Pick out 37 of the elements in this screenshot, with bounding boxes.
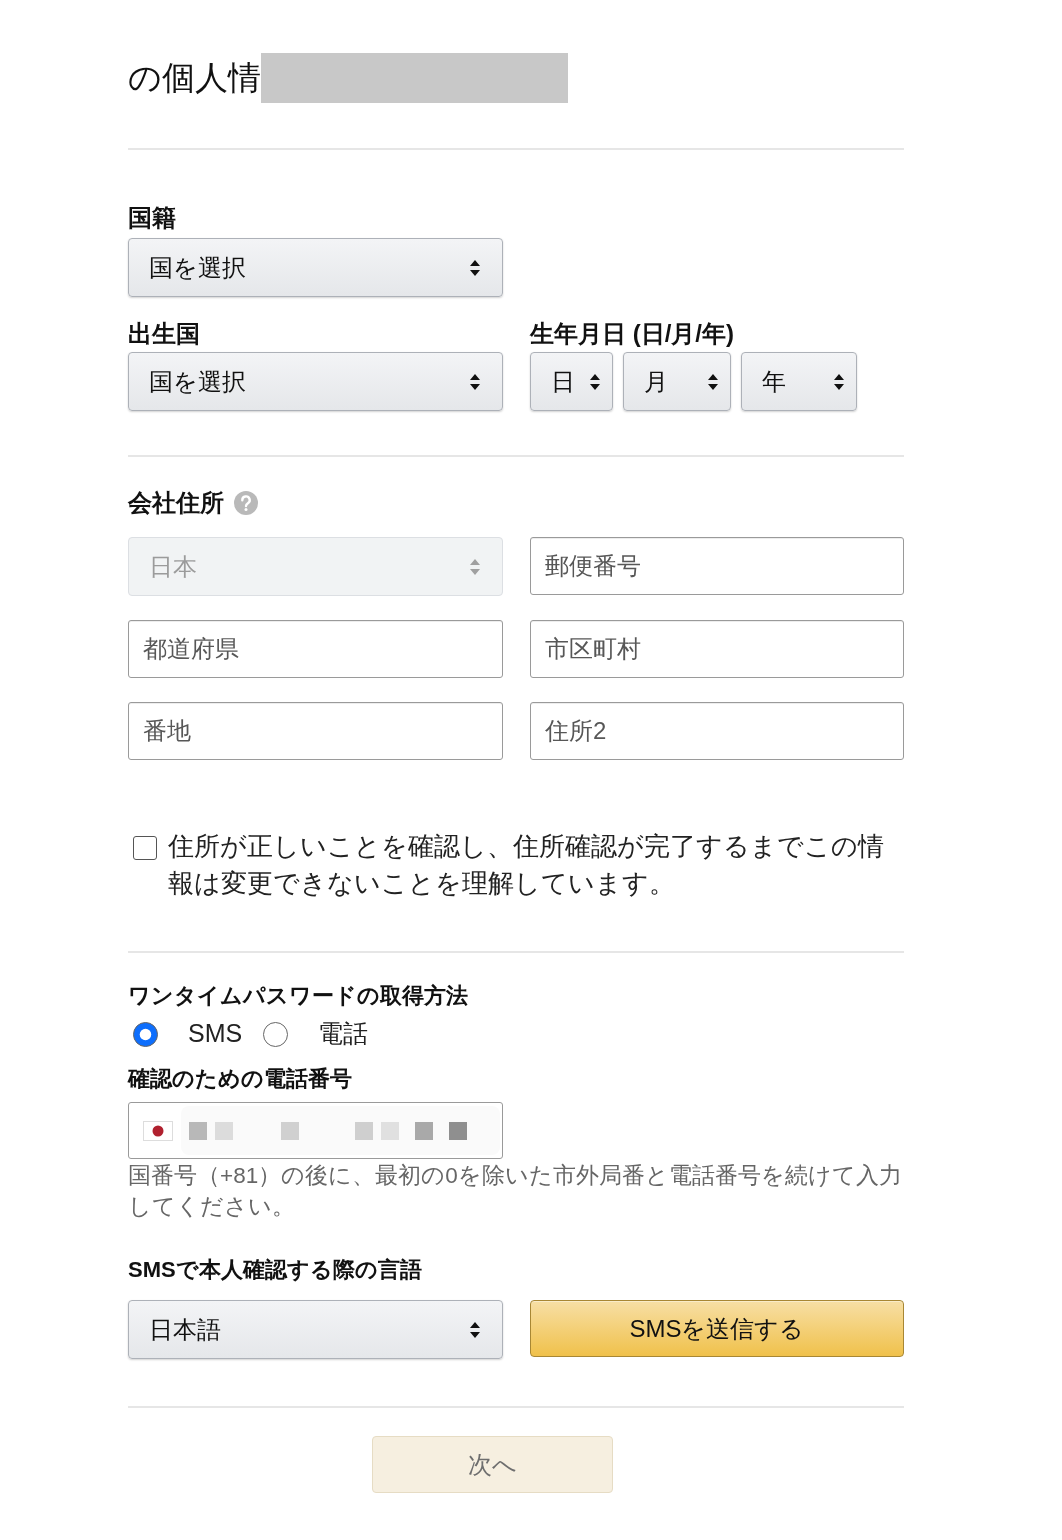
checkbox[interactable]	[133, 836, 157, 860]
page-title: の個人情	[128, 59, 261, 97]
country-select[interactable]: 国を選択	[128, 352, 503, 411]
send-sms-button[interactable]: SMSを送信する	[530, 1300, 904, 1357]
sort-caret-icon	[470, 373, 480, 390]
field-label: 出生国	[128, 319, 200, 348]
flag-icon	[143, 1120, 173, 1141]
year-select[interactable]: 年	[741, 352, 857, 411]
help-text: 国番号（+81）の後に、最初の0を除いた市外局番と電話番号を続けて入力してください。	[128, 1162, 903, 1221]
field-label: ワンタイムパスワードの取得方法	[128, 983, 468, 1009]
radio-label[interactable]: SMS	[188, 1015, 243, 1053]
field-label: 確認のための電話番号	[128, 1066, 352, 1092]
sort-caret-icon	[470, 1321, 480, 1338]
text-input[interactable]: 市区町村	[530, 620, 904, 678]
phone-input[interactable]	[128, 1102, 503, 1159]
checkbox-label: 住所が正しいことを確認し、住所確認が完了するまでこの情報は変更できないことを理解しています。	[168, 830, 885, 900]
day-select[interactable]: 日	[530, 352, 613, 411]
radio-button[interactable]	[263, 1021, 289, 1047]
help-icon	[234, 490, 258, 515]
text-input[interactable]: 住所2	[530, 702, 904, 760]
text-input[interactable]: 都道府県	[128, 620, 503, 678]
field-label: 国籍	[128, 203, 176, 232]
field-label: 会社住所	[128, 488, 224, 517]
field-label: SMSで本人確認する際の言語	[128, 1257, 422, 1283]
radio-label[interactable]: 電話	[318, 1015, 369, 1053]
text-input[interactable]: 郵便番号	[530, 537, 904, 595]
sort-caret-icon	[470, 558, 480, 575]
month-select[interactable]: 月	[623, 352, 731, 411]
text-input[interactable]: 番地	[128, 702, 503, 760]
sort-caret-icon	[708, 373, 718, 390]
sort-caret-icon	[470, 259, 480, 276]
field-label: 生年月日 (日/月/年)	[530, 319, 734, 348]
sort-caret-icon	[834, 373, 844, 390]
sort-caret-icon	[590, 373, 600, 390]
country-select[interactable]: 国を選択	[128, 238, 503, 297]
language-select[interactable]: 日本語	[128, 1300, 503, 1359]
radio-button[interactable]	[133, 1021, 158, 1047]
